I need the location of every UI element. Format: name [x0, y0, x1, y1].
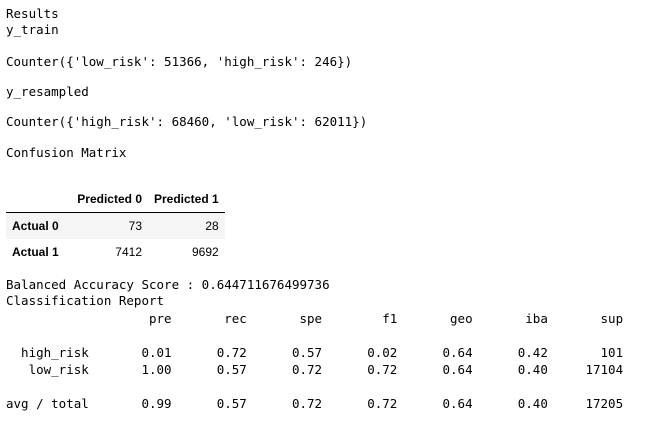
cell-actual-0-predicted-1: 28 [205, 219, 219, 233]
confusion-matrix-header-row: Predicted 0 Predicted 1 [6, 186, 225, 213]
report-title: Classification Report [6, 293, 165, 308]
output-counter-train: Counter({'low_risk': 51366, 'high_risk':… [6, 54, 353, 69]
report-row-high-risk: high_risk 0.01 0.72 0.57 0.02 0.64 0.42 … [6, 345, 624, 360]
output-line-y-train: y_train [6, 22, 59, 37]
column-header-predicted-0: Predicted 0 [70, 186, 148, 213]
column-header-predicted-1: Predicted 1 [148, 186, 225, 213]
output-balanced-accuracy: Balanced Accuracy Score : 0.644711676499… [6, 277, 330, 292]
row-header-actual-1: Actual 1 [12, 245, 59, 259]
report-header-row: pre rec spe f1 geo iba sup [6, 311, 624, 326]
table-corner-cell [6, 186, 70, 213]
cell-actual-1-predicted-0: 7412 [115, 245, 142, 259]
table-row-actual-1: Actual 1 7412 9692 [6, 239, 225, 265]
cell-actual-1-predicted-1: 9692 [192, 245, 219, 259]
report-row-avg-total: avg / total 0.99 0.57 0.72 0.72 0.64 0.4… [6, 396, 624, 411]
output-line-results: Results [6, 6, 59, 21]
cell-actual-0-predicted-0: 73 [128, 219, 142, 233]
output-confusion-matrix-heading: Confusion Matrix [6, 145, 127, 160]
output-counter-resampled: Counter({'high_risk': 68460, 'low_risk':… [6, 114, 368, 129]
confusion-matrix-table: Predicted 0 Predicted 1 Actual 0 73 28 A… [6, 186, 225, 265]
row-header-actual-0: Actual 0 [12, 219, 59, 233]
table-row-actual-0: Actual 0 73 28 [6, 212, 225, 239]
report-row-low-risk: low_risk 1.00 0.57 0.72 0.72 0.64 0.40 1… [6, 362, 624, 377]
output-line-y-resampled: y_resampled [6, 84, 89, 99]
